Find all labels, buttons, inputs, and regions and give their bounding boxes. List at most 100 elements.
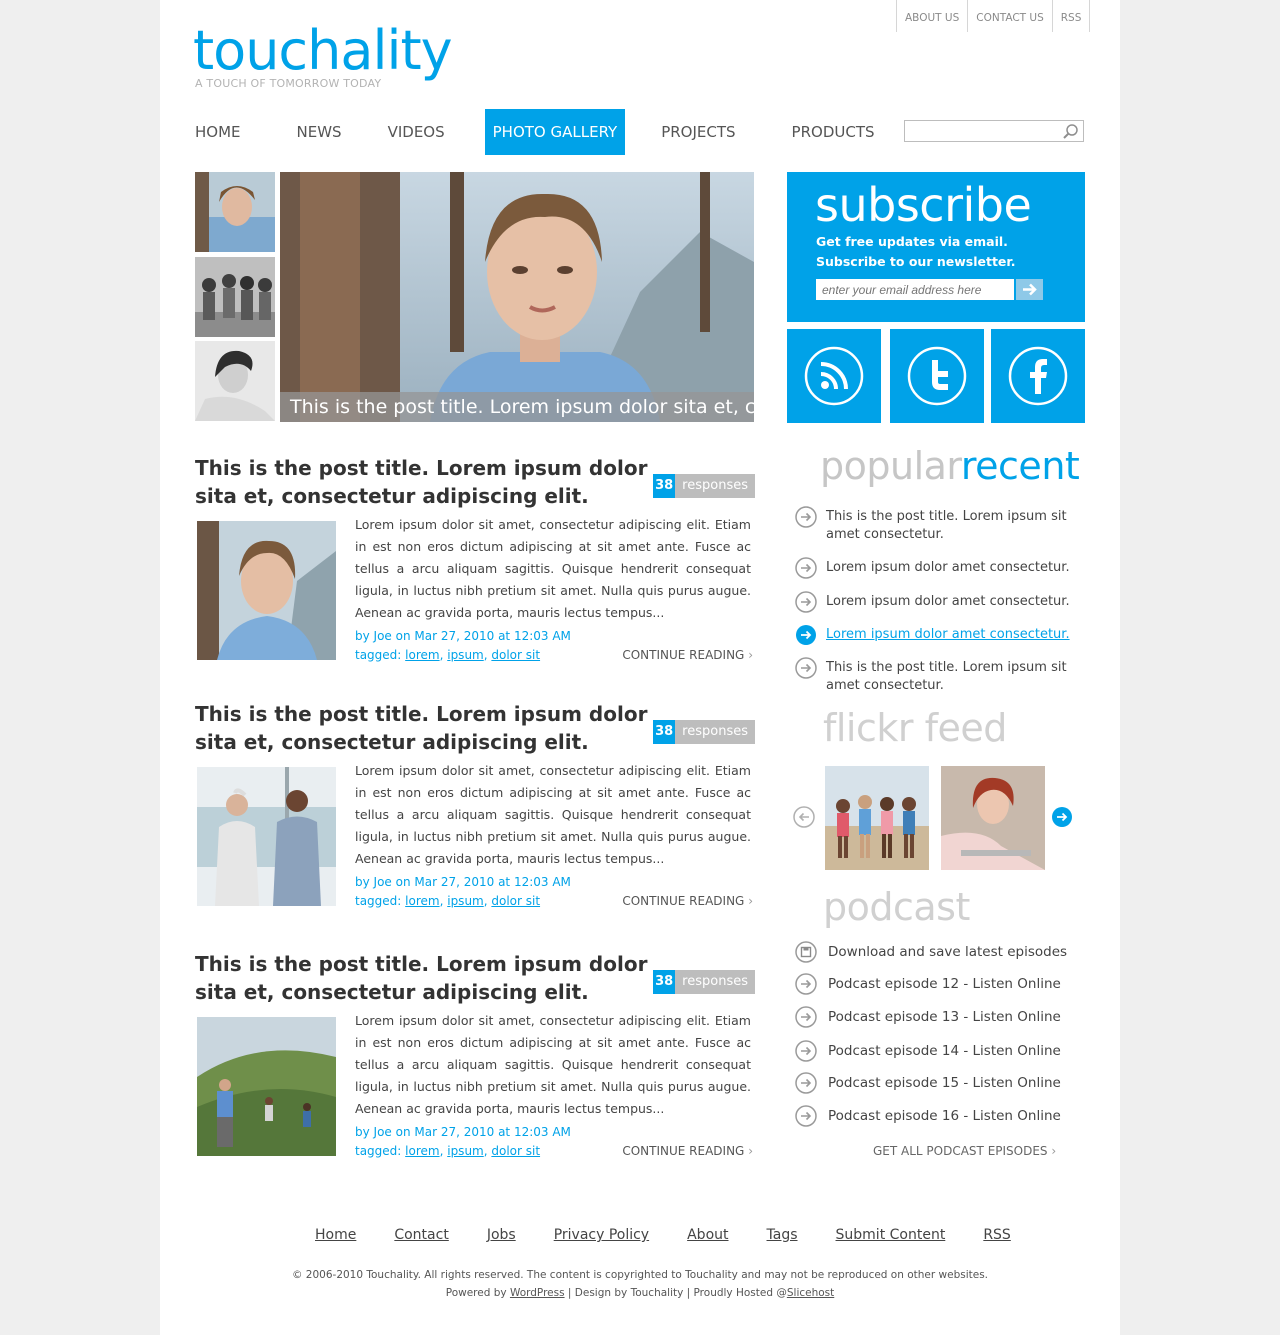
list-item[interactable]: Podcast episode 13 - Listen Online	[795, 1006, 1075, 1028]
slicehost-link[interactable]: Slicehost	[787, 1287, 834, 1299]
list-item[interactable]: Podcast episode 15 - Listen Online	[795, 1072, 1075, 1094]
footer-link-jobs[interactable]: Jobs	[487, 1227, 516, 1243]
wordpress-link[interactable]: WordPress	[510, 1287, 565, 1299]
list-item[interactable]: This is the post title. Lorem ipsum sit …	[795, 657, 1075, 695]
post-excerpt: Lorem ipsum dolor sit amet, consectetur …	[355, 763, 751, 866]
featured-slide[interactable]: This is the post title. Lorem ipsum dolo…	[280, 172, 754, 422]
save-icon	[795, 941, 817, 963]
responses-count: 38	[653, 970, 676, 994]
post-excerpt: Lorem ipsum dolor sit amet, consectetur …	[355, 517, 751, 620]
post-thumbnail[interactable]	[197, 521, 336, 660]
post-byline: by Joe on Mar 27, 2010 at 12:03 AM	[355, 1125, 571, 1139]
twitter-icon	[907, 346, 967, 406]
list-item[interactable]: Podcast episode 14 - Listen Online	[795, 1040, 1075, 1062]
post-thumbnail[interactable]	[197, 1017, 336, 1156]
post-thumbnail[interactable]	[197, 767, 336, 906]
list-item-label: Podcast episode 12 - Listen Online	[828, 976, 1061, 992]
flickr-photo[interactable]	[825, 766, 929, 870]
tag-link[interactable]: dolor sit	[491, 894, 540, 908]
tag-link[interactable]: ipsum	[447, 1144, 484, 1158]
arrow-right-circle-icon	[795, 591, 817, 613]
list-item[interactable]: Lorem ipsum dolor amet consectetur.	[795, 591, 1075, 613]
continue-reading-link[interactable]: CONTINUE READING ›	[622, 894, 753, 908]
search-input[interactable]	[907, 122, 1061, 142]
footer-link-home[interactable]: Home	[315, 1227, 356, 1243]
get-all-podcasts-link[interactable]: GET ALL PODCAST EPISODES ›	[873, 1144, 1056, 1158]
list-item[interactable]: Podcast episode 16 - Listen Online	[795, 1105, 1075, 1127]
slideshow-thumb-bw-woman[interactable]	[195, 341, 275, 421]
post-tags: tagged: lorem, ipsum, dolor sit	[355, 894, 541, 908]
tag-link[interactable]: lorem	[405, 1144, 439, 1158]
list-item[interactable]: Lorem ipsum dolor amet consectetur.	[795, 625, 1075, 645]
continue-reading-link[interactable]: CONTINUE READING ›	[622, 1144, 753, 1158]
nav-news[interactable]: NEWS	[289, 109, 350, 155]
nav-projects[interactable]: PROJECTS	[653, 109, 743, 155]
twitter-button[interactable]	[890, 329, 984, 423]
post-title[interactable]: This is the post title. Lorem ipsum dolo…	[195, 454, 665, 510]
post-title[interactable]: This is the post title. Lorem ipsum dolo…	[195, 950, 665, 1006]
footer-link-tags[interactable]: Tags	[767, 1227, 798, 1243]
arrow-left-circle-icon[interactable]	[793, 806, 815, 828]
tagged-label: tagged:	[355, 1144, 402, 1158]
facebook-button[interactable]	[991, 329, 1085, 423]
subscribe-text: Get free updates via email. Subscribe to…	[816, 234, 1016, 269]
footer-link-contact[interactable]: Contact	[394, 1227, 448, 1243]
email-field[interactable]	[816, 279, 1014, 300]
about-us-link[interactable]: ABOUT US	[896, 0, 967, 32]
list-item[interactable]: Lorem ipsum dolor amet consectetur.	[795, 557, 1075, 579]
continue-reading-label: CONTINUE READING	[622, 894, 745, 908]
recent-list-row: Lorem ipsum dolor amet consectetur.	[795, 591, 1075, 613]
tag-link[interactable]: ipsum	[447, 648, 484, 662]
site-logo[interactable]: touchality	[193, 16, 453, 86]
chevron-right-icon: ›	[1051, 1144, 1057, 1158]
list-item[interactable]: Download and save latest episodes	[795, 941, 1075, 963]
tagged-label: tagged:	[355, 648, 402, 662]
tag-link[interactable]: lorem	[405, 894, 439, 908]
nav-photo-gallery[interactable]: PHOTO GALLERY	[484, 109, 626, 155]
nav-home[interactable]: HOME	[195, 109, 249, 155]
list-item-label: Lorem ipsum dolor amet consectetur.	[826, 560, 1070, 575]
tag-link[interactable]: ipsum	[447, 894, 484, 908]
footer-link-rss[interactable]: RSS	[983, 1227, 1011, 1243]
site-tagline: A TOUCH OF TOMORROW TODAY	[195, 77, 382, 90]
featured-caption[interactable]: This is the post title. Lorem ipsum dolo…	[280, 392, 754, 422]
footer-link-about[interactable]: About	[687, 1227, 728, 1243]
slideshow-thumb-kids[interactable]	[195, 257, 275, 337]
continue-reading-link[interactable]: CONTINUE READING ›	[622, 648, 753, 662]
nav-videos[interactable]: VIDEOS	[380, 109, 453, 155]
podcast-row: Podcast episode 15 - Listen Online	[795, 1072, 1075, 1094]
list-item-label: Podcast episode 15 - Listen Online	[828, 1075, 1061, 1091]
footer-link-privacy-policy[interactable]: Privacy Policy	[554, 1227, 649, 1243]
rss-link[interactable]: RSS	[1051, 0, 1091, 32]
responses-badge[interactable]: 38 responses	[653, 474, 755, 498]
responses-label: responses	[675, 970, 755, 994]
tagged-label: tagged:	[355, 894, 402, 908]
tag-link[interactable]: lorem	[405, 648, 439, 662]
search-icon[interactable]	[1062, 123, 1079, 140]
nav-products[interactable]: PRODUCTS	[784, 109, 883, 155]
tag-link[interactable]: dolor sit	[491, 648, 540, 662]
tab-recent[interactable]: recent	[961, 444, 1080, 488]
tab-popular[interactable]: popular	[820, 444, 961, 488]
post-title[interactable]: This is the post title. Lorem ipsum dolo…	[195, 700, 665, 756]
podcast-row: Podcast episode 14 - Listen Online	[795, 1040, 1075, 1062]
arrow-right-circle-icon[interactable]	[1051, 806, 1073, 828]
flickr-photo[interactable]	[941, 766, 1045, 870]
subscribe-submit-button[interactable]	[1016, 279, 1043, 300]
responses-badge[interactable]: 38 responses	[653, 720, 755, 744]
tag-link[interactable]: dolor sit	[491, 1144, 540, 1158]
search-box	[904, 120, 1084, 142]
post-meta: by Joe on Mar 27, 2010 at 12:03 AM tagge…	[355, 873, 571, 911]
post-byline: by Joe on Mar 27, 2010 at 12:03 AM	[355, 875, 571, 889]
footer-link-submit-content[interactable]: Submit Content	[836, 1227, 946, 1243]
list-item[interactable]: Podcast episode 12 - Listen Online	[795, 973, 1075, 995]
rss-button[interactable]	[787, 329, 881, 423]
list-item-label: Download and save latest episodes	[828, 944, 1068, 960]
arrow-right-circle-icon	[795, 506, 817, 528]
slideshow-thumb-woman[interactable]	[195, 172, 275, 252]
list-item[interactable]: This is the post title. Lorem ipsum sit …	[795, 506, 1075, 544]
contact-us-link[interactable]: CONTACT US	[967, 0, 1051, 32]
responses-label: responses	[675, 474, 755, 498]
responses-badge[interactable]: 38 responses	[653, 970, 755, 994]
arrow-right-icon	[1023, 283, 1037, 296]
